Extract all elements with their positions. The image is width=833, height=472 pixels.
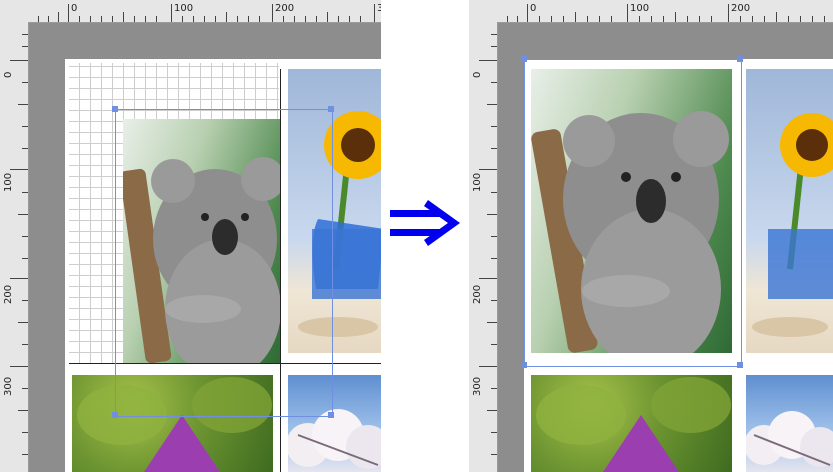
sunflower-icon (752, 113, 833, 337)
selection-box[interactable] (115, 109, 333, 417)
ruler-label: 0 (530, 3, 537, 14)
resize-handle[interactable] (328, 412, 334, 418)
horizontal-ruler: 0 100 200 3 (0, 0, 381, 23)
sunflower-image[interactable] (746, 69, 833, 353)
resize-handle[interactable] (737, 362, 743, 368)
vertical-ruler: 0 100 200 300 (469, 22, 498, 472)
left-layout-panel: 0 100 200 3 0 100 200 300 (0, 0, 381, 472)
ruler-label: 200 (472, 284, 483, 304)
right-layout-panel: 0 100 200 0 100 200 300 (469, 0, 833, 472)
ruler-label: 3 (377, 3, 381, 14)
leaf-flower-image[interactable] (531, 375, 732, 472)
resize-handle[interactable] (112, 412, 118, 418)
ruler-label: 200 (275, 3, 295, 14)
horizontal-ruler: 0 100 200 (469, 0, 833, 23)
resize-handle[interactable] (112, 106, 118, 112)
ruler-label: 200 (3, 284, 14, 304)
cherry-blossom-image[interactable] (746, 375, 833, 472)
layout-canvas[interactable] (498, 23, 833, 472)
vertical-ruler: 0 100 200 300 (0, 22, 29, 472)
layout-canvas[interactable] (29, 23, 381, 472)
ruler-label: 0 (71, 3, 78, 14)
resize-handle[interactable] (521, 362, 527, 368)
ruler-label: 0 (472, 71, 483, 78)
ruler-label: 300 (3, 376, 14, 396)
ruler-label: 100 (630, 3, 650, 14)
ruler-label: 300 (472, 376, 483, 396)
ruler-label: 100 (174, 3, 194, 14)
double-right-arrow-icon (390, 200, 460, 246)
ruler-label: 0 (3, 71, 14, 78)
blossom-icon (746, 411, 833, 467)
resize-handle[interactable] (328, 106, 334, 112)
resize-handle[interactable] (737, 56, 743, 62)
ruler-label: 100 (472, 172, 483, 192)
ruler-label: 100 (3, 172, 14, 192)
flower-icon (536, 377, 731, 472)
resize-handle[interactable] (521, 56, 527, 62)
selection-box[interactable] (524, 59, 742, 367)
ruler-label: 200 (731, 3, 751, 14)
